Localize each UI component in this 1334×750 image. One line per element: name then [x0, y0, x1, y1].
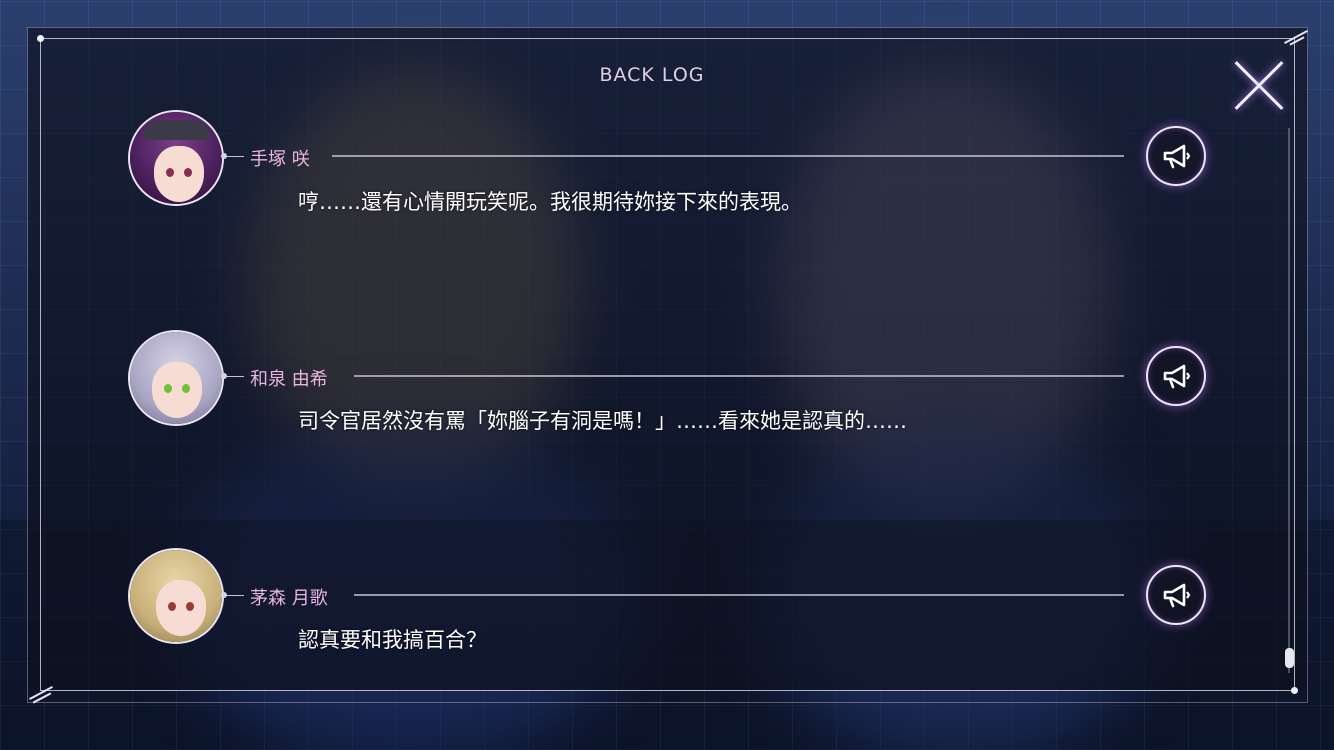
avatar — [128, 330, 224, 426]
backlog-entry: 茅森 月歌 認真要和我搞百合？ — [0, 0, 1334, 652]
megaphone-icon — [1163, 364, 1191, 389]
dialogue-text: 認真要和我搞百合？ — [298, 628, 487, 652]
speaker-name: 和泉 由希 — [250, 369, 328, 390]
name-rule — [354, 594, 1124, 596]
avatar — [128, 548, 224, 644]
name-rule — [332, 155, 1124, 157]
dialogue-text: 哼……還有心情開玩笑呢。我很期待妳接下來的表現。 — [298, 190, 802, 214]
speaker-name: 茅森 月歌 — [250, 588, 328, 609]
voice-replay-button[interactable] — [1146, 565, 1206, 625]
name-rule — [354, 375, 1124, 377]
scrollbar-track[interactable] — [1288, 128, 1290, 673]
connector-line — [224, 376, 244, 377]
scrollbar-thumb[interactable] — [1285, 648, 1294, 668]
megaphone-icon — [1163, 144, 1191, 169]
connector-line — [224, 595, 244, 596]
connector-line — [224, 156, 244, 157]
connector-dot — [221, 153, 227, 159]
speaker-name: 手塚 咲 — [250, 149, 310, 170]
dialogue-text: 司令官居然沒有罵「妳腦子有洞是嗎！」……看來她是認真的…… — [298, 409, 907, 433]
voice-replay-button[interactable] — [1146, 346, 1206, 406]
megaphone-icon — [1163, 583, 1191, 608]
voice-replay-button[interactable] — [1146, 126, 1206, 186]
connector-dot — [221, 373, 227, 379]
avatar — [128, 110, 224, 206]
connector-dot — [221, 592, 227, 598]
frame-corner-dot — [1291, 687, 1298, 694]
